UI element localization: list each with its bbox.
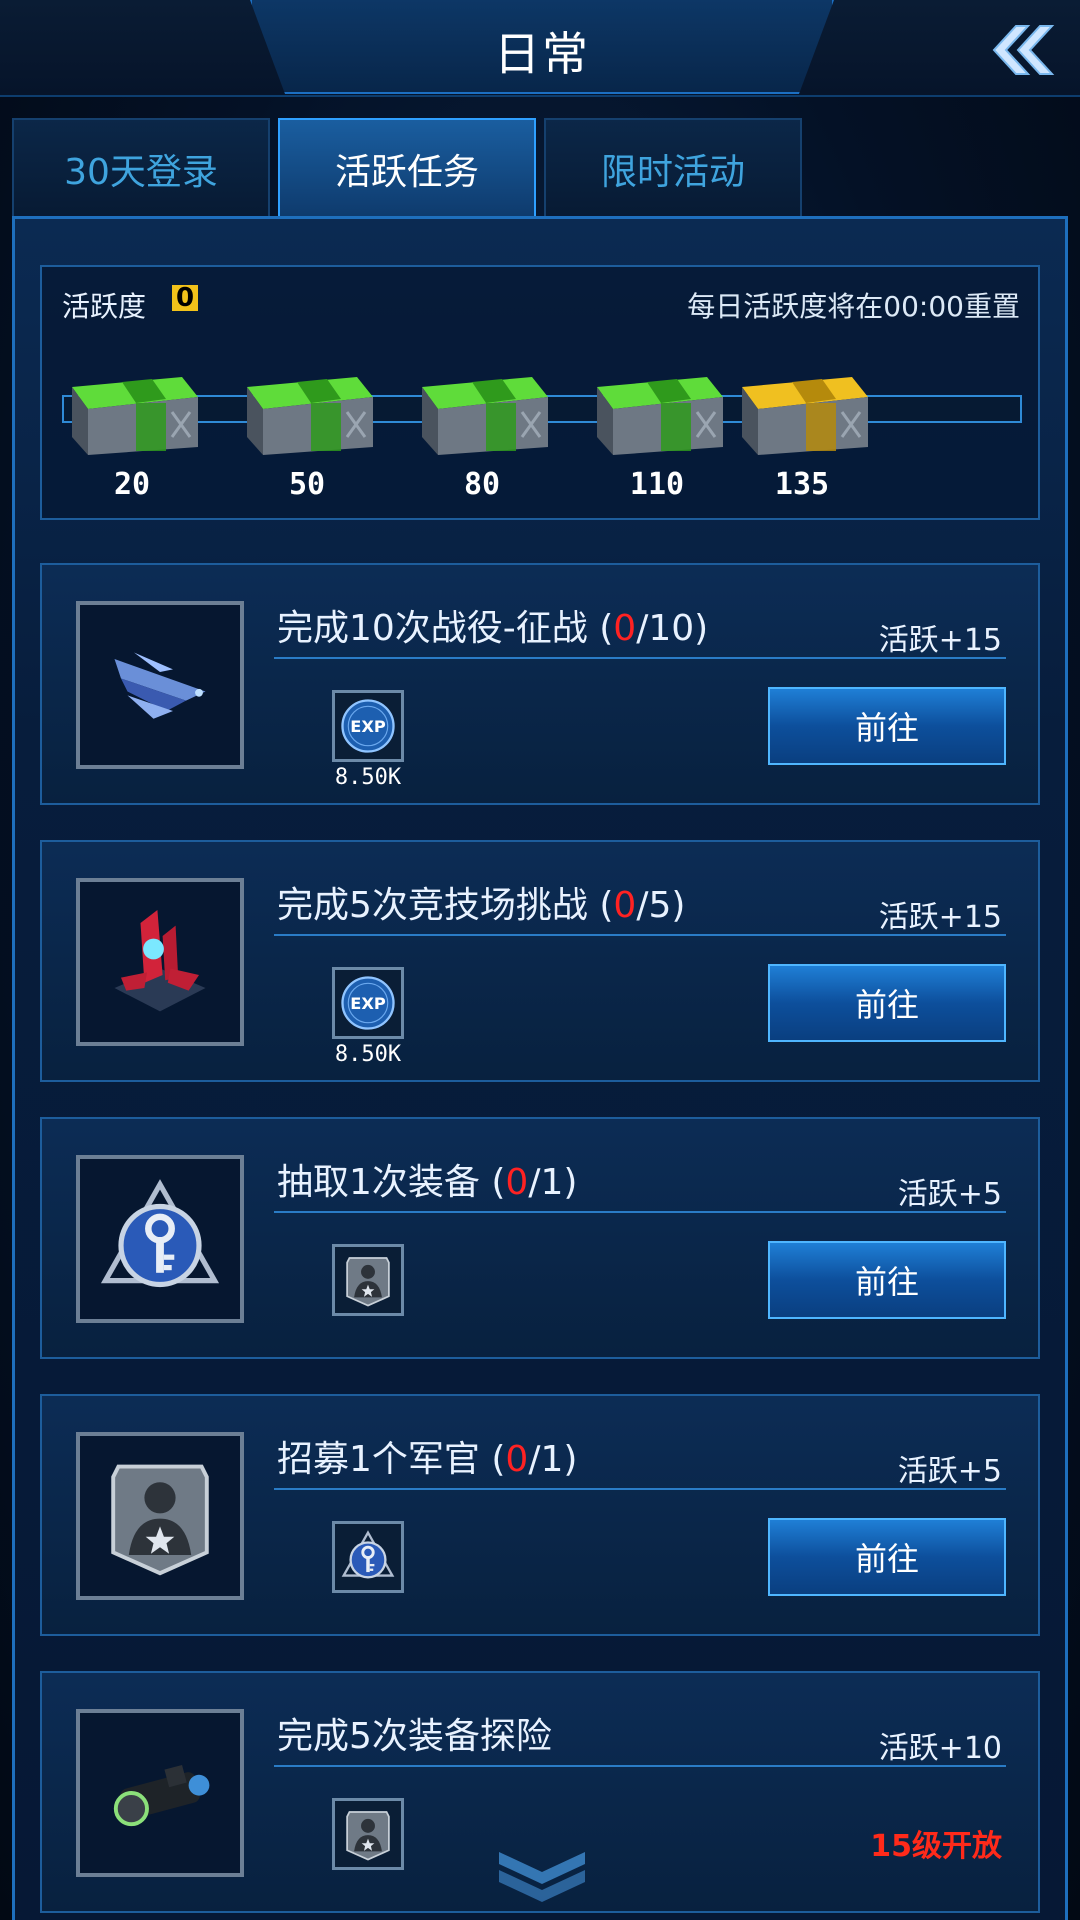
task-progress-done: 0 [505,1439,529,1480]
task-title-text: 完成10次战役-征战 ( [277,608,614,649]
task-title: 抽取1次装备 (0/1) [277,1153,577,1205]
tab-limited-events[interactable]: 限时活动 [544,118,802,218]
task-activity-points: 活跃+15 [878,623,1002,658]
reward-chest-50[interactable] [237,357,377,457]
scope-icon [113,1764,210,1827]
reward-chest-135[interactable] [732,357,872,457]
task-activity-points: 活跃+10 [878,1731,1002,1766]
task-progress-total: /1) [528,1162,578,1203]
key-emblem-icon [100,1179,220,1288]
chest-icon [247,377,373,455]
key-emblem-icon [341,1530,395,1579]
locked-status: 15级开放 [870,1829,1002,1864]
chest-icon [72,377,198,455]
tab-30day-login[interactable]: 30天登录 [12,118,270,218]
tab-label: 30天登录 [64,152,218,193]
go-button-label: 前往 [854,1540,919,1578]
chest-icon [742,377,868,455]
go-button[interactable]: 前往 [768,964,1006,1042]
scroll-down-button[interactable] [497,1848,587,1904]
reward-amount: 8.50K [334,1042,402,1067]
task-activity-points: 活跃+15 [878,900,1002,935]
task-icon-frame [76,1709,244,1877]
spaceship-icon [114,652,206,719]
tab-label: 活跃任务 [334,152,479,193]
task-title-text: 抽取1次装备 ( [277,1162,506,1203]
task-progress-total: /10) [636,608,709,649]
back-button[interactable] [986,22,1056,78]
task-title-text: 完成5次装备探险 [277,1716,552,1757]
chest-points-label: 50 [288,467,326,502]
activity-box: 活跃度 0 每日活跃度将在00:00重置 20 50 80 110 135 [40,265,1040,520]
task-progress-done: 0 [613,608,637,649]
divider [274,1211,1006,1213]
exp-icon: EXP [341,699,395,753]
chest-points-label: 110 [629,467,685,502]
arena-icon [114,910,206,1012]
reward-item[interactable] [332,1798,404,1870]
go-button[interactable]: 前往 [768,687,1006,765]
go-button[interactable]: 前往 [768,1241,1006,1319]
exp-icon: EXP [341,976,395,1030]
chest-icon [597,377,723,455]
reward-chest-110[interactable] [587,357,727,457]
tab-label: 限时活动 [600,152,745,193]
svg-text:EXP: EXP [350,994,386,1013]
chest-points-label: 135 [774,467,830,502]
task-title: 完成10次战役-征战 (0/10) [277,599,708,651]
activity-label: 活跃度 [62,290,147,323]
task-activity-points: 活跃+5 [897,1177,1002,1212]
officer-badge-icon [111,1464,209,1576]
task-title: 招募1个军官 (0/1) [277,1430,577,1482]
double-chevron-left-icon [992,25,1055,75]
tab-active-tasks[interactable]: 活跃任务 [278,118,536,218]
reward-chest-80[interactable] [412,357,552,457]
task-icon-frame [76,878,244,1046]
task-card: 招募1个军官 (0/1) 活跃+5 前往 [40,1394,1040,1636]
activity-value: 0 [172,285,199,311]
task-icon-frame [76,1432,244,1600]
go-button[interactable]: 前往 [768,1518,1006,1596]
page-title: 日常 [494,27,590,81]
reward-item[interactable]: EXP [332,690,404,762]
chest-points-label: 20 [113,467,151,502]
task-card: 完成5次竞技场挑战 (0/5) 活跃+15 EXP 8.50K 前往 [40,840,1040,1082]
tab-bar: 30天登录 活跃任务 限时活动 [12,118,802,218]
svg-text:EXP: EXP [350,717,386,736]
task-card: 完成10次战役-征战 (0/10) 活跃+15 EXP 8.50K 前往 [40,563,1040,805]
officer-badge-icon [346,1811,390,1861]
divider [274,657,1006,659]
reward-amount: 8.50K [334,765,402,790]
go-button-label: 前往 [854,1263,919,1301]
reward-chest-20[interactable] [62,357,202,457]
task-icon-frame [76,601,244,769]
task-card: 抽取1次装备 (0/1) 活跃+5 前往 [40,1117,1040,1359]
reward-item[interactable] [332,1244,404,1316]
task-title: 完成5次装备探险 [277,1707,552,1759]
task-progress-total: /5) [636,885,686,926]
go-button-label: 前往 [854,709,919,747]
task-progress-done: 0 [613,885,637,926]
divider [274,1765,1006,1767]
activity-reset-text: 每日活跃度将在00:00重置 [687,290,1020,323]
officer-badge-icon [346,1257,390,1307]
chest-icon [422,377,548,455]
task-progress-done: 0 [505,1162,529,1203]
task-title-text: 完成5次竞技场挑战 ( [277,885,614,926]
chest-points-label: 80 [463,467,501,502]
divider [274,934,1006,936]
reward-item[interactable] [332,1521,404,1593]
title-plate: 日常 [250,0,834,94]
task-activity-points: 活跃+5 [897,1454,1002,1489]
chevron-down-icon [499,1852,585,1902]
reward-item[interactable]: EXP [332,967,404,1039]
divider [274,1488,1006,1490]
header-bar: 日常 [0,0,1080,97]
task-title: 完成5次竞技场挑战 (0/5) [277,876,685,928]
task-icon-frame [76,1155,244,1323]
task-progress-total: /1) [528,1439,578,1480]
go-button-label: 前往 [854,986,919,1024]
task-title-text: 招募1个军官 ( [277,1439,506,1480]
